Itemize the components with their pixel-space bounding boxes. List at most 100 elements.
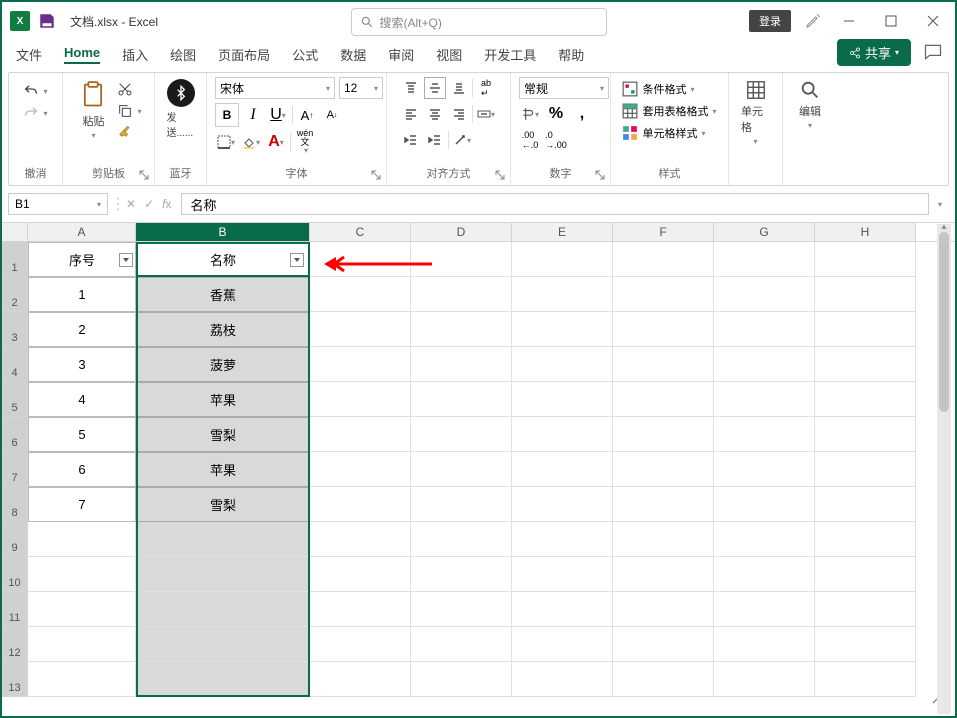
cell[interactable] <box>815 662 916 697</box>
percent-button[interactable]: % <box>545 103 567 125</box>
cell[interactable] <box>714 592 815 627</box>
accounting-format-button[interactable]: ▾ <box>519 103 541 125</box>
comments-icon[interactable] <box>923 42 943 62</box>
cell[interactable] <box>512 487 613 522</box>
increase-decimal-button[interactable]: .00←.0 <box>519 129 541 151</box>
cell[interactable] <box>28 662 136 697</box>
row-header[interactable]: 4 <box>2 347 28 382</box>
insert-function-button[interactable]: fx <box>162 197 171 211</box>
cell[interactable] <box>136 662 310 697</box>
column-header-c[interactable]: C <box>310 223 411 241</box>
cell[interactable] <box>310 417 411 452</box>
font-name-select[interactable]: 宋体▾ <box>215 77 335 99</box>
cell[interactable] <box>613 557 714 592</box>
column-header-g[interactable]: G <box>714 223 815 241</box>
wrap-text-button[interactable]: ab↵ <box>475 77 497 99</box>
cell[interactable] <box>613 452 714 487</box>
tab-file[interactable]: 文件 <box>16 45 42 64</box>
minimize-button[interactable] <box>835 7 863 35</box>
cell-styles-button[interactable]: 单元格样式▾ <box>622 125 705 141</box>
column-header-b[interactable]: B <box>136 223 310 241</box>
cell[interactable] <box>512 662 613 697</box>
cell[interactable] <box>714 557 815 592</box>
cell[interactable] <box>411 662 512 697</box>
cell[interactable] <box>815 382 916 417</box>
cell[interactable] <box>815 522 916 557</box>
column-header-f[interactable]: F <box>613 223 714 241</box>
cell[interactable] <box>28 592 136 627</box>
fill-color-button[interactable]: ▾ <box>240 131 262 153</box>
cell[interactable] <box>411 452 512 487</box>
cell[interactable] <box>411 347 512 382</box>
redo-button[interactable]: ▾ <box>23 105 47 121</box>
font-size-select[interactable]: 12▾ <box>339 77 383 99</box>
cell[interactable] <box>310 487 411 522</box>
cell[interactable] <box>310 557 411 592</box>
align-top-button[interactable] <box>400 77 422 99</box>
formula-bar-expand-button[interactable]: ▾ <box>931 200 949 209</box>
clipboard-launcher-icon[interactable] <box>138 169 150 181</box>
cell[interactable] <box>310 662 411 697</box>
editing-button[interactable]: 编辑 ▾ <box>793 77 827 132</box>
tab-review[interactable]: 审阅 <box>388 45 414 64</box>
cell[interactable] <box>310 592 411 627</box>
cell[interactable] <box>411 382 512 417</box>
decrease-indent-button[interactable] <box>400 129 422 151</box>
cell[interactable] <box>613 627 714 662</box>
cell[interactable]: 苹果 <box>136 452 310 487</box>
cell[interactable]: 4 <box>28 382 136 417</box>
cell[interactable] <box>613 522 714 557</box>
cell[interactable] <box>613 487 714 522</box>
cell[interactable] <box>411 522 512 557</box>
cut-button[interactable] <box>117 81 141 97</box>
cell[interactable] <box>714 452 815 487</box>
cell[interactable]: 序号 <box>28 242 136 277</box>
undo-button[interactable]: ▾ <box>23 83 47 99</box>
maximize-button[interactable] <box>877 7 905 35</box>
cell[interactable] <box>136 242 310 277</box>
cell[interactable] <box>411 277 512 312</box>
cell[interactable]: 雪梨 <box>136 417 310 452</box>
border-button[interactable]: ▾ <box>215 131 237 153</box>
cell[interactable] <box>512 277 613 312</box>
cell[interactable] <box>815 277 916 312</box>
cell[interactable] <box>815 312 916 347</box>
cell[interactable]: 香蕉 <box>136 277 310 312</box>
cell[interactable] <box>512 592 613 627</box>
tab-formulas[interactable]: 公式 <box>292 45 318 64</box>
share-button[interactable]: 共享 ▾ <box>837 39 911 66</box>
pen-icon[interactable] <box>805 13 821 29</box>
cell[interactable] <box>815 557 916 592</box>
cell[interactable] <box>714 347 815 382</box>
select-all-button[interactable] <box>2 223 28 241</box>
row-header[interactable]: 11 <box>2 592 28 627</box>
cell[interactable] <box>28 522 136 557</box>
cell[interactable] <box>613 277 714 312</box>
column-header-h[interactable]: H <box>815 223 916 241</box>
format-painter-button[interactable] <box>117 125 141 141</box>
cell[interactable] <box>815 487 916 522</box>
cell[interactable] <box>512 382 613 417</box>
cell[interactable]: 雪梨 <box>136 487 310 522</box>
cell[interactable] <box>613 242 714 277</box>
vertical-scrollbar[interactable]: ▲ <box>937 224 951 714</box>
cell[interactable] <box>28 627 136 662</box>
tab-home[interactable]: Home <box>64 45 100 64</box>
align-bottom-button[interactable] <box>448 77 470 99</box>
cell[interactable] <box>310 382 411 417</box>
increase-indent-button[interactable] <box>424 129 446 151</box>
cell[interactable] <box>714 487 815 522</box>
scroll-up-button[interactable]: ▲ <box>937 220 951 232</box>
cell[interactable]: 5 <box>28 417 136 452</box>
format-table-button[interactable]: 套用表格格式▾ <box>622 103 716 119</box>
cell[interactable] <box>714 417 815 452</box>
cell[interactable]: 1 <box>28 277 136 312</box>
row-header[interactable]: 2 <box>2 277 28 312</box>
cell[interactable] <box>714 627 815 662</box>
row-header[interactable]: 5 <box>2 382 28 417</box>
cell[interactable] <box>714 382 815 417</box>
column-header-d[interactable]: D <box>411 223 512 241</box>
italic-button[interactable]: I <box>242 104 264 126</box>
cell[interactable]: 7 <box>28 487 136 522</box>
cell[interactable] <box>310 277 411 312</box>
